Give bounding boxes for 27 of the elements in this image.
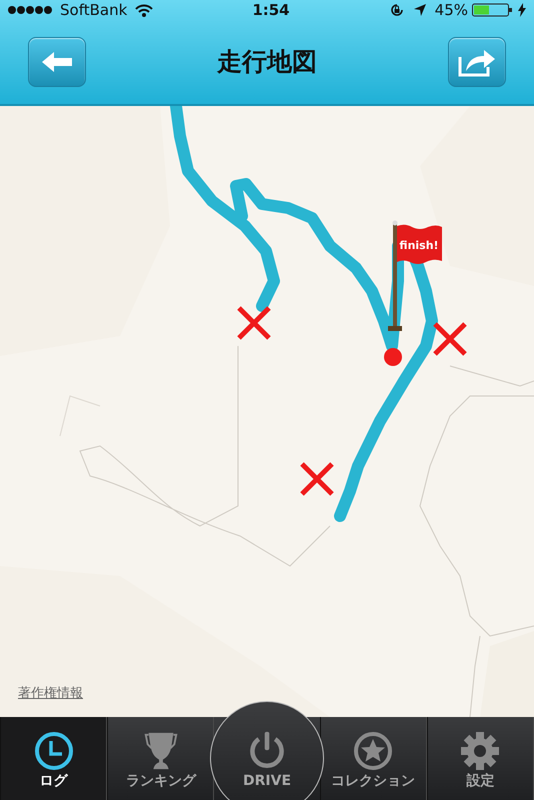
left-arrow-icon <box>41 51 73 73</box>
status-time: 1:54 <box>252 0 290 21</box>
star-badge-icon <box>353 731 394 771</box>
flag-label: finish! <box>399 239 439 252</box>
gear-icon <box>460 731 500 771</box>
trophy-icon <box>144 731 178 771</box>
screen-title: 走行地図 <box>217 46 317 78</box>
battery-icon <box>472 3 514 17</box>
end-point-dot <box>384 348 402 366</box>
copyright-link[interactable]: 著作権情報 <box>18 684 83 703</box>
tab-item[interactable]: ログ <box>0 717 108 800</box>
cross-marker <box>236 306 272 340</box>
flag-icon <box>388 220 442 331</box>
tab-item[interactable]: 設定 <box>426 717 534 800</box>
share-button[interactable] <box>448 37 506 87</box>
clock-icon <box>34 731 74 771</box>
cross-marker <box>432 322 468 356</box>
tab-item[interactable]: コレクション <box>320 717 427 800</box>
carrier-name: SoftBank <box>60 0 128 21</box>
share-icon <box>458 47 496 77</box>
cross-marker <box>300 462 334 496</box>
rotation-lock-icon <box>388 2 405 18</box>
back-button[interactable] <box>28 37 86 87</box>
charging-icon <box>518 3 526 17</box>
location-arrow-icon <box>412 3 427 17</box>
wifi-icon <box>135 4 154 16</box>
battery-percent: 45% <box>434 0 468 21</box>
